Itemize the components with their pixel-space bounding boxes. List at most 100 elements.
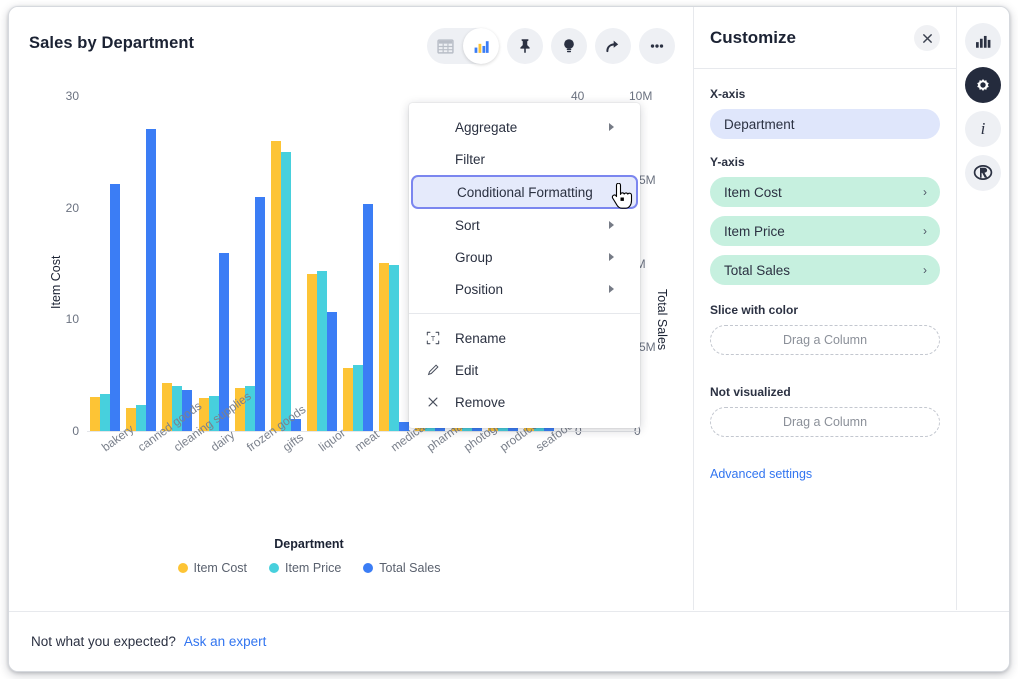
bar-item-cost[interactable] (379, 263, 389, 431)
menu-item-label: Edit (455, 363, 478, 378)
not-visualized-section-label: Not visualized (710, 385, 940, 399)
menu-item-filter[interactable]: Filter (409, 143, 640, 175)
legend-color-dot (363, 563, 373, 573)
legend-item[interactable]: Item Cost (178, 561, 248, 575)
bar-item-cost[interactable] (343, 368, 353, 431)
advanced-settings-link[interactable]: Advanced settings (710, 467, 940, 481)
menu-item-label: Conditional Formatting (457, 185, 593, 200)
bar-item-cost[interactable] (307, 274, 317, 432)
not-visualized-dropzone[interactable]: Drag a Column (710, 407, 940, 437)
bar-group[interactable] (162, 95, 192, 431)
chart-icon[interactable] (965, 23, 1001, 59)
y-axis-label-right: Total Sales (655, 289, 669, 350)
r-language-icon[interactable] (965, 155, 1001, 191)
chart-view-icon[interactable] (463, 28, 499, 64)
y-axis-field-item-cost[interactable]: Item Cost › (710, 177, 940, 207)
bar-group[interactable] (379, 95, 409, 431)
customize-header: Customize (694, 7, 956, 69)
bar-item-cost[interactable] (90, 397, 100, 431)
bar-group[interactable] (199, 95, 229, 431)
bar-group[interactable] (126, 95, 156, 431)
footer-text: Not what you expected? (31, 634, 176, 649)
chevron-right-icon: › (923, 224, 927, 238)
y-tick-left-20: 20 (57, 201, 79, 215)
bar-item-price[interactable] (317, 271, 327, 431)
dropzone-placeholder: Drag a Column (783, 333, 867, 347)
pill-label: Item Cost (724, 185, 782, 200)
menu-item-sort[interactable]: Sort (409, 209, 640, 241)
legend-label: Total Sales (379, 561, 440, 575)
customize-body: X-axis Department Y-axis Item Cost › Ite… (694, 69, 956, 481)
legend-color-dot (269, 563, 279, 573)
bar-item-price[interactable] (353, 365, 363, 431)
menu-item-conditional-formatting[interactable]: Conditional Formatting (411, 175, 638, 209)
customize-title: Customize (710, 28, 796, 48)
menu-item-position[interactable]: Position (409, 273, 640, 305)
pill-label: Item Price (724, 224, 785, 239)
bar-item-price[interactable] (281, 152, 291, 431)
pin-icon[interactable] (507, 28, 543, 64)
bar-group[interactable] (235, 95, 265, 431)
menu-item-label: Group (455, 250, 493, 265)
x-axis-field-department[interactable]: Department (710, 109, 940, 139)
chevron-right-icon (609, 253, 614, 261)
menu-item-edit[interactable]: Edit (409, 354, 640, 386)
y-tick-left-0: 0 (57, 424, 79, 438)
ask-an-expert-link[interactable]: Ask an expert (184, 634, 267, 649)
y-tick-right-outer-10M: 10M (629, 89, 652, 103)
insights-icon[interactable] (551, 28, 587, 64)
slice-section-label: Slice with color (710, 303, 940, 317)
legend-item[interactable]: Total Sales (363, 561, 440, 575)
share-icon[interactable] (595, 28, 631, 64)
bar-group[interactable] (271, 95, 301, 431)
bar-item-price[interactable] (100, 394, 110, 431)
spacer (710, 437, 940, 467)
chevron-right-icon: › (923, 185, 927, 199)
bar-item-price[interactable] (136, 405, 146, 431)
bar-total-sales[interactable] (363, 204, 373, 431)
text-box-icon: T (425, 330, 441, 346)
bar-group[interactable] (90, 95, 120, 431)
menu-item-aggregate[interactable]: Aggregate (409, 111, 640, 143)
y-tick-left-10: 10 (57, 312, 79, 326)
bar-group[interactable] (307, 95, 337, 431)
gear-icon[interactable] (965, 67, 1001, 103)
y-axis-label-left: Item Cost (49, 256, 63, 310)
legend-label: Item Cost (194, 561, 248, 575)
bar-total-sales[interactable] (146, 129, 156, 431)
context-menu: Aggregate Filter Conditional Formatting … (409, 103, 640, 428)
menu-item-remove[interactable]: Remove (409, 386, 640, 418)
slice-dropzone[interactable]: Drag a Column (710, 325, 940, 355)
bar-total-sales[interactable] (327, 312, 337, 431)
menu-item-label: Sort (455, 218, 480, 233)
y-axis-field-total-sales[interactable]: Total Sales › (710, 255, 940, 285)
menu-item-label: Position (455, 282, 503, 297)
bar-item-cost[interactable] (271, 141, 281, 431)
main-body: Sales by Department (9, 7, 1009, 610)
close-x-icon (425, 394, 441, 410)
close-icon[interactable] (914, 25, 940, 51)
y-tick-left-30: 30 (57, 89, 79, 103)
pencil-icon (425, 362, 441, 378)
bar-total-sales[interactable] (110, 184, 120, 431)
menu-item-label: Filter (455, 152, 485, 167)
menu-item-rename[interactable]: T Rename (409, 322, 640, 354)
table-view-icon[interactable] (427, 28, 463, 64)
bar-group[interactable] (343, 95, 373, 431)
y-tick-right-inner-40: 40 (571, 89, 584, 103)
bar-total-sales[interactable] (255, 197, 265, 431)
legend-label: Item Price (285, 561, 341, 575)
customize-panel: Customize X-axis Department Y-axis Item … (694, 7, 957, 610)
menu-item-label: Remove (455, 395, 505, 410)
info-icon[interactable]: i (965, 111, 1001, 147)
chart-toolbar (427, 28, 675, 64)
menu-divider (409, 313, 640, 314)
menu-item-group[interactable]: Group (409, 241, 640, 273)
legend-color-dot (178, 563, 188, 573)
y-axis-section-label: Y-axis (710, 155, 940, 169)
bar-item-price[interactable] (389, 265, 399, 431)
page-title: Sales by Department (29, 34, 194, 53)
more-icon[interactable] (639, 28, 675, 64)
legend-item[interactable]: Item Price (269, 561, 341, 575)
y-axis-field-item-price[interactable]: Item Price › (710, 216, 940, 246)
